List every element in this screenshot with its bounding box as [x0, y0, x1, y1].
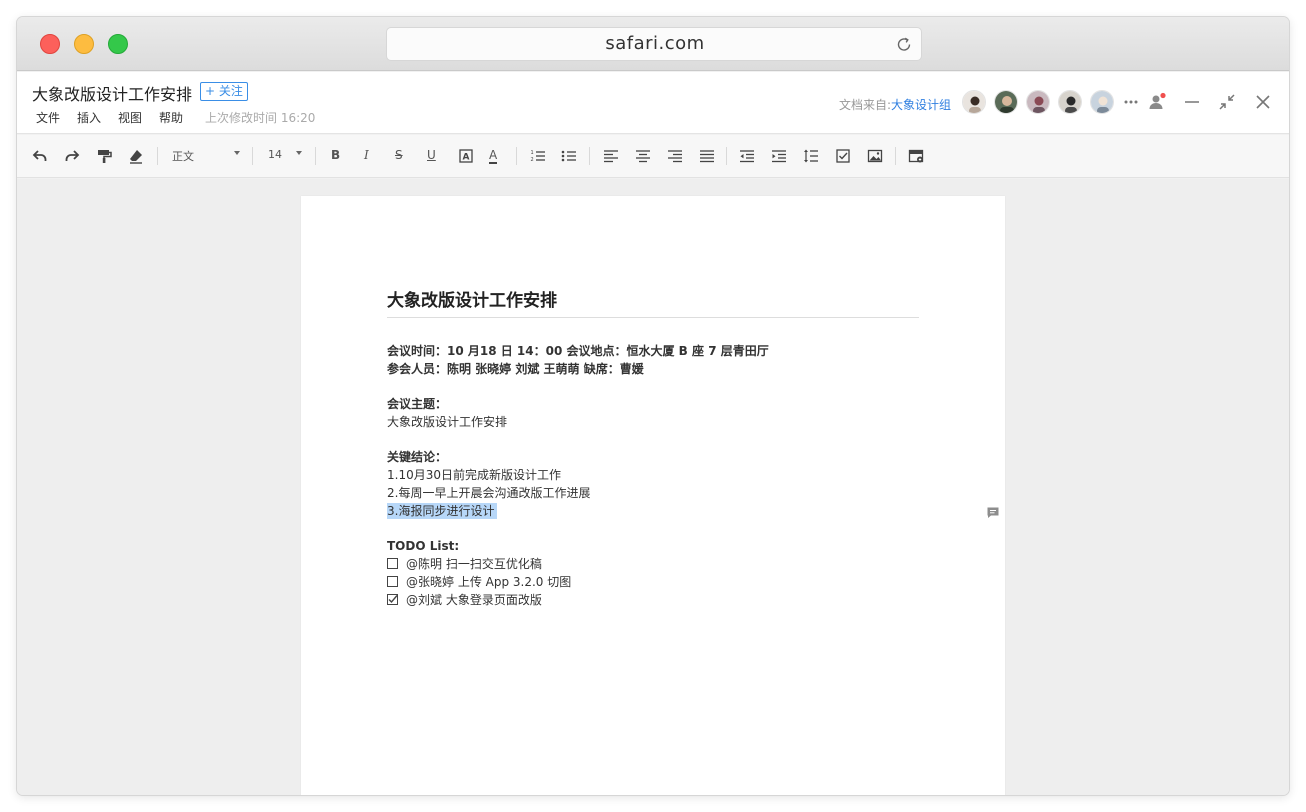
close-icon[interactable] [1253, 92, 1273, 112]
source-group-link[interactable]: 大象设计组 [891, 98, 951, 112]
document-source: 文档来自:大象设计组 [839, 96, 951, 113]
line-height-icon[interactable] [802, 147, 820, 165]
zoom-window-button[interactable] [108, 34, 128, 54]
document-heading[interactable]: 大象改版设计工作安排 [387, 286, 557, 311]
collaborator-avatar[interactable] [1058, 90, 1082, 114]
conclusion-item-selected[interactable]: 3.海报同步进行设计 [387, 502, 498, 520]
add-member-icon[interactable] [1147, 92, 1167, 112]
heading-divider [387, 317, 919, 318]
todo-checkbox[interactable] [387, 576, 398, 587]
indent-icon[interactable] [770, 147, 788, 165]
collaborator-avatar[interactable] [1090, 90, 1114, 114]
paragraph-style-select[interactable]: 正文 [172, 148, 194, 164]
toolbar-divider [157, 147, 158, 165]
address-bar[interactable]: safari.com [386, 27, 922, 61]
document-header: 大象改版设计工作安排 + 关注 文件 插入 视图 帮助 上次修改时间 16:20… [17, 72, 1289, 134]
todo-text[interactable]: @张晓婷 上传 App 3.2.0 切图 [406, 575, 571, 589]
check-icon [388, 595, 398, 604]
highlight-icon[interactable]: A [457, 147, 475, 165]
todo-text[interactable]: @陈明 扫一扫交互优化稿 [406, 557, 542, 571]
toolbar-divider [895, 147, 896, 165]
menu-bar: 文件 插入 视图 帮助 [36, 109, 200, 126]
outdent-icon[interactable] [738, 147, 756, 165]
topic-label[interactable]: 会议主题： [387, 395, 447, 413]
align-center-icon[interactable] [634, 147, 652, 165]
toolbar-divider [516, 147, 517, 165]
svg-text:1: 1 [531, 150, 534, 156]
collaborator-avatar[interactable] [994, 90, 1018, 114]
toolbar-divider [252, 147, 253, 165]
document-title[interactable]: 大象改版设计工作安排 [32, 81, 192, 105]
editor-area: 大象改版设计工作安排 会议时间：10 月18 日 14：00 会议地点：恒水大厦… [17, 179, 1289, 795]
browser-window: safari.com 大象改版设计工作安排 + 关注 文件 插入 视图 帮助 上… [17, 17, 1289, 795]
last-edit-time: 上次修改时间 16:20 [205, 111, 316, 125]
source-prefix: 文档来自: [839, 98, 892, 112]
toolbar-divider [589, 147, 590, 165]
underline-button[interactable]: U [427, 148, 436, 162]
todo-checkbox-checked[interactable] [387, 594, 398, 605]
conclusion-label[interactable]: 关键结论： [387, 448, 447, 466]
todo-item: @张晓婷 上传 App 3.2.0 切图 [387, 573, 571, 591]
menu-view[interactable]: 视图 [118, 109, 142, 126]
chevron-down-icon[interactable] [234, 151, 240, 155]
todo-item: @刘斌 大象登录页面改版 [387, 591, 542, 609]
chevron-down-icon[interactable] [296, 151, 302, 155]
toolbar-divider [726, 147, 727, 165]
align-justify-icon[interactable] [698, 147, 716, 165]
clear-format-icon[interactable] [127, 147, 145, 165]
format-toolbar: 正文 14 B I S U A A 12 [17, 135, 1289, 178]
todo-item: @陈明 扫一扫交互优化稿 [387, 555, 542, 573]
browser-titlebar: safari.com [17, 17, 1289, 71]
collaborator-avatar[interactable] [1026, 90, 1050, 114]
minimize-icon[interactable] [1182, 92, 1202, 112]
collapse-icon[interactable] [1217, 92, 1237, 112]
strikethrough-button[interactable]: S [395, 148, 403, 162]
format-painter-icon[interactable] [95, 147, 113, 165]
url-text: safari.com [605, 33, 705, 54]
todo-text[interactable]: @刘斌 大象登录页面改版 [406, 593, 542, 607]
ordered-list-icon[interactable]: 12 [529, 147, 547, 165]
redo-icon[interactable] [63, 147, 81, 165]
undo-icon[interactable] [31, 147, 49, 165]
meeting-time-line[interactable]: 会议时间：10 月18 日 14：00 会议地点：恒水大厦 B 座 7 层青田厅 [387, 342, 769, 360]
comment-icon[interactable] [986, 506, 1000, 520]
font-color-button[interactable]: A [489, 148, 498, 164]
attendees-line[interactable]: 参会人员：陈明 张晓婷 刘斌 王萌萌 缺席：曹媛 [387, 360, 644, 378]
font-size-select[interactable]: 14 [268, 148, 282, 161]
menu-file[interactable]: 文件 [36, 109, 60, 126]
conclusion-item[interactable]: 2.每周一早上开晨会沟通改版工作进展 [387, 484, 590, 502]
more-icon[interactable] [1121, 92, 1141, 112]
svg-text:A: A [463, 153, 470, 163]
collaborator-avatar[interactable] [962, 90, 986, 114]
italic-button[interactable]: I [364, 148, 369, 162]
align-right-icon[interactable] [666, 147, 684, 165]
menu-insert[interactable]: 插入 [77, 109, 101, 126]
document-page[interactable]: 大象改版设计工作安排 会议时间：10 月18 日 14：00 会议地点：恒水大厦… [301, 196, 1005, 795]
todo-checkbox[interactable] [387, 558, 398, 569]
todo-label[interactable]: TODO List: [387, 537, 459, 555]
menu-help[interactable]: 帮助 [159, 109, 183, 126]
topic-text[interactable]: 大象改版设计工作安排 [387, 413, 507, 431]
align-left-icon[interactable] [602, 147, 620, 165]
toolbar-divider [315, 147, 316, 165]
minimize-window-button[interactable] [74, 34, 94, 54]
reload-icon[interactable] [895, 35, 913, 53]
insert-table-icon[interactable] [907, 147, 925, 165]
bold-button[interactable]: B [331, 148, 340, 162]
conclusion-item[interactable]: 1.10月30日前完成新版设计工作 [387, 466, 561, 484]
insert-image-icon[interactable] [866, 147, 884, 165]
close-window-button[interactable] [40, 34, 60, 54]
selected-text[interactable]: 3.海报同步进行设计 [387, 503, 498, 519]
checkbox-icon[interactable] [834, 147, 852, 165]
svg-text:2: 2 [531, 157, 534, 163]
bullet-list-icon[interactable] [560, 147, 578, 165]
follow-button[interactable]: + 关注 [200, 82, 248, 101]
